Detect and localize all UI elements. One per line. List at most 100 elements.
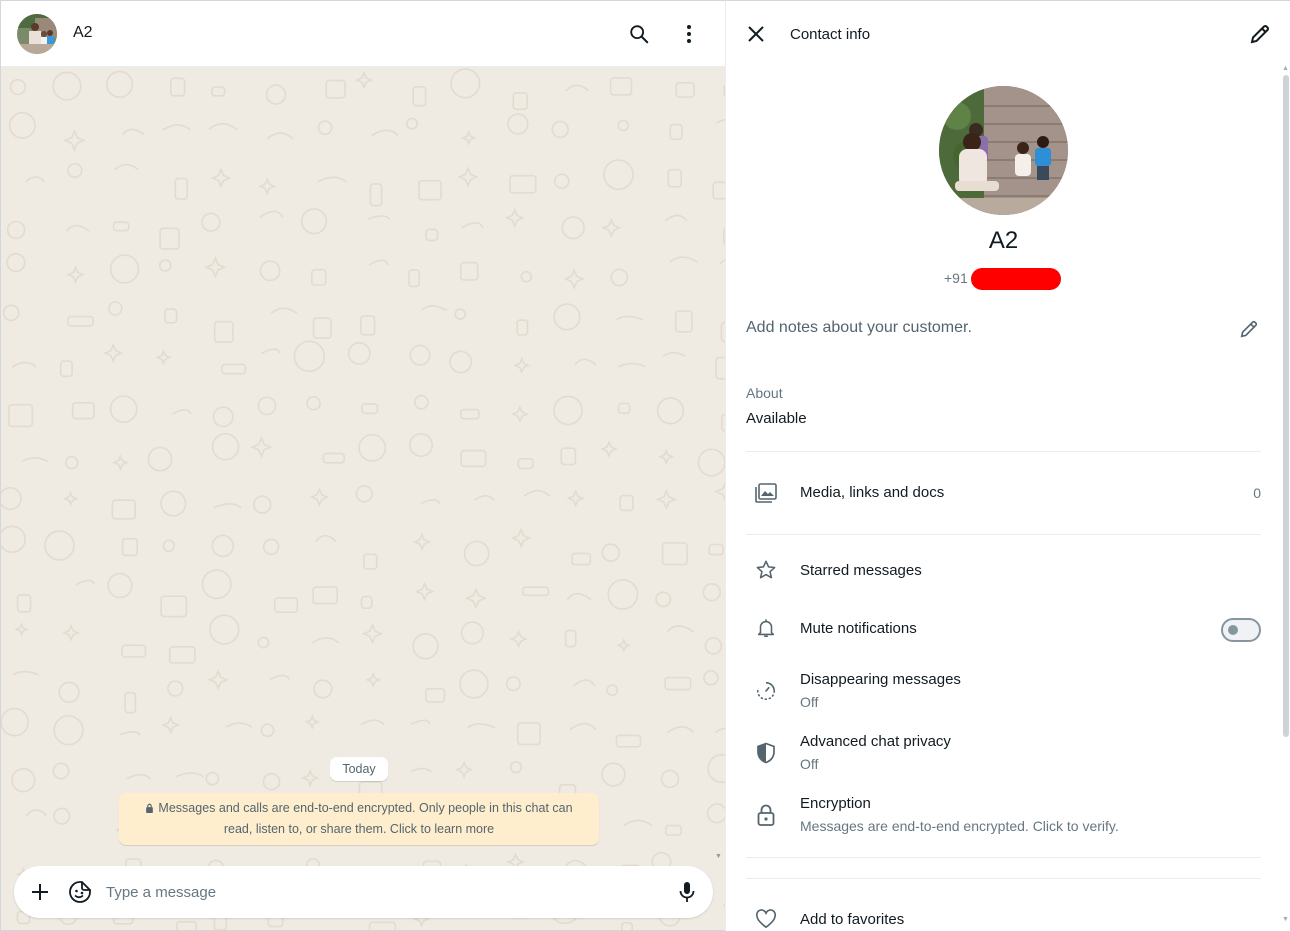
wallpaper-doodle — [25, 809, 48, 817]
wallpaper-doodle — [454, 308, 467, 320]
scrollbar-thumb[interactable] — [1283, 75, 1289, 737]
profile-photo[interactable] — [939, 86, 1068, 215]
wallpaper-doodle — [669, 123, 683, 141]
wallpaper-doodle — [413, 394, 429, 410]
microphone-icon[interactable] — [675, 880, 699, 904]
wallpaper-doodle — [566, 592, 592, 601]
mute-notifications-toggle[interactable] — [1221, 618, 1261, 642]
wallpaper-doodle — [269, 674, 291, 680]
wallpaper-doodle — [603, 159, 634, 191]
sticker-icon[interactable] — [68, 880, 92, 904]
wallpaper-doodle — [53, 807, 71, 825]
wallpaper-doodle — [16, 594, 32, 613]
plus-icon[interactable] — [28, 880, 52, 904]
star-icon — [754, 558, 778, 582]
close-icon[interactable] — [744, 22, 768, 46]
wallpaper-doodle — [616, 637, 632, 653]
wallpaper-doodle — [450, 68, 481, 99]
wallpaper-doodle — [702, 582, 721, 602]
divider — [746, 878, 1261, 879]
wallpaper-doodle — [460, 130, 477, 146]
divider — [746, 451, 1261, 452]
wallpaper-doodle — [176, 921, 198, 930]
contact-avatar[interactable] — [17, 14, 57, 54]
wallpaper-doodle — [522, 586, 550, 597]
wallpaper-doodle — [265, 84, 287, 105]
shield-icon — [754, 741, 778, 765]
wallpaper-doodle — [703, 670, 719, 686]
wallpaper-doodle — [14, 622, 29, 637]
pencil-icon[interactable] — [1248, 22, 1272, 46]
wallpaper-doodle — [371, 129, 399, 137]
wallpaper-doodle — [664, 676, 692, 691]
wallpaper-doodle — [368, 259, 389, 266]
wallpaper-doodle — [607, 578, 639, 610]
wallpaper-doodle — [107, 572, 133, 599]
wallpaper-doodle — [325, 79, 346, 99]
wallpaper-doodle — [172, 409, 192, 415]
wallpaper-doodle — [260, 723, 275, 738]
search-icon[interactable] — [627, 22, 651, 46]
day-chip: Today — [330, 757, 388, 781]
pencil-icon[interactable] — [1238, 318, 1260, 340]
wallpaper-doodle — [211, 432, 240, 461]
wallpaper-doodle — [560, 447, 577, 466]
wallpaper-doodle — [112, 221, 130, 232]
wallpaper-doodle — [201, 569, 232, 600]
wallpaper-doodle — [126, 773, 152, 780]
wallpaper-doodle — [459, 261, 479, 281]
encryption-notice[interactable]: Messages and calls are end-to-end encryp… — [119, 793, 599, 845]
message-input[interactable] — [106, 879, 666, 905]
wallpaper-doodle — [675, 82, 695, 98]
advanced-chat-privacy-label: Advanced chat privacy — [800, 733, 951, 750]
wallpaper-doodle — [610, 268, 629, 287]
chat-title[interactable]: A2 — [73, 24, 93, 42]
wallpaper-doodle — [617, 402, 631, 415]
contact-name: A2 — [988, 227, 1019, 254]
wallpaper-doodle — [211, 86, 226, 97]
wallpaper-doodle — [105, 70, 134, 99]
wallpaper-doodle — [67, 162, 83, 179]
wallpaper-doodle — [517, 457, 534, 470]
scroll-down-arrow[interactable]: ▼ — [1282, 916, 1289, 923]
wallpaper-doodle — [361, 403, 379, 415]
chat-header[interactable]: A2 — [1, 1, 725, 67]
advanced-chat-privacy-row[interactable]: Advanced chat privacy Off — [746, 729, 1261, 775]
scroll-up-arrow[interactable]: ▲ — [1282, 65, 1289, 72]
wallpaper-doodle — [1, 707, 29, 737]
wallpaper-doodle — [170, 77, 186, 97]
wallpaper-doodle — [347, 341, 371, 365]
customer-notes-placeholder[interactable]: Add notes about your customer. — [746, 319, 972, 337]
wallpaper-doodle — [697, 448, 725, 477]
wallpaper-doodle — [360, 595, 373, 609]
contact-phone: +91 — [944, 270, 968, 286]
add-to-favorites-row[interactable]: Add to favorites — [746, 901, 1261, 931]
wallpaper-doodle — [354, 70, 374, 90]
wallpaper-doodle — [507, 113, 529, 135]
wallpaper-doodle — [365, 671, 382, 688]
add-to-favorites-label: Add to favorites — [800, 911, 905, 928]
wallpaper-doodle — [204, 256, 227, 279]
wallpaper-doodle — [712, 181, 725, 200]
wallpaper-doodle — [553, 173, 570, 189]
starred-messages-row[interactable]: Starred messages — [746, 553, 1261, 589]
chat-scroll-arrow[interactable]: ▼ — [715, 853, 722, 860]
wallpaper-doodle — [225, 722, 253, 728]
wallpaper-doodle — [509, 174, 537, 194]
wallpaper-doodle — [67, 315, 94, 327]
disappearing-messages-row[interactable]: Disappearing messages Off — [746, 667, 1261, 713]
wallpaper-doodle — [315, 534, 337, 543]
encryption-row[interactable]: Encryption Messages are end-to-end encry… — [746, 791, 1261, 837]
kebab-menu-icon[interactable] — [677, 22, 701, 46]
wallpaper-doodle — [708, 543, 724, 556]
wallpaper-doodle — [666, 725, 694, 734]
wallpaper-doodle — [420, 499, 441, 505]
wallpaper-doodle — [108, 301, 123, 316]
wallpaper-doodle — [207, 669, 229, 691]
wallpaper-doodle — [656, 397, 685, 425]
wallpaper-doodle — [412, 633, 439, 660]
wallpaper-doodle — [667, 168, 683, 188]
wallpaper-doodle — [454, 760, 474, 779]
starred-messages-label: Starred messages — [800, 562, 922, 579]
media-links-docs-row[interactable]: Media, links and docs 0 — [746, 473, 1261, 513]
